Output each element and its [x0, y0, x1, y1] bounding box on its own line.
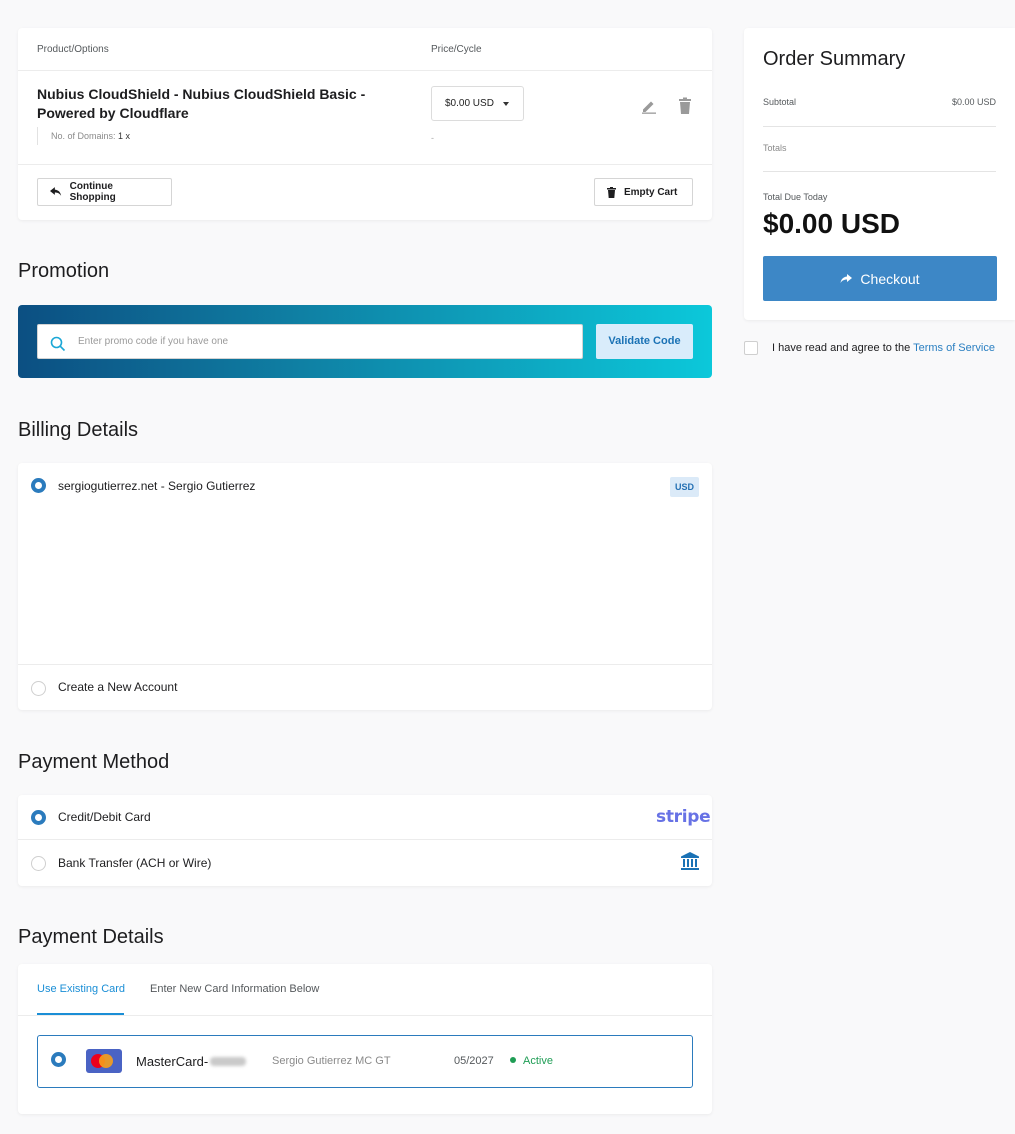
trash-icon[interactable]	[678, 97, 692, 118]
tos-prefix: I have read and agree to the	[772, 342, 911, 354]
option-value: 1 x	[118, 131, 131, 141]
tos-text: I have read and agree to the Terms of Se…	[772, 342, 995, 354]
payment-details-title: Payment Details	[18, 926, 164, 948]
payment-option-card[interactable]: Credit/Debit Card stripe	[18, 795, 712, 840]
price-sub: -	[431, 133, 434, 143]
subtotal-row: Subtotal $0.00 USD	[763, 97, 996, 107]
divider	[763, 171, 996, 172]
col-price-header: Price/Cycle	[431, 44, 482, 55]
payment-option-bank[interactable]: Bank Transfer (ACH or Wire)	[18, 841, 712, 886]
empty-cart-label: Empty Cart	[624, 186, 678, 198]
existing-account-option[interactable]: sergiogutierrez.net - Sergio Gutierrez U…	[18, 463, 712, 665]
payment-details-card: Use Existing Card Enter New Card Informa…	[18, 964, 712, 1114]
payment-method-title: Payment Method	[18, 751, 170, 773]
tab-use-existing-card[interactable]: Use Existing Card	[37, 983, 125, 995]
card-holder: Sergio Gutierrez MC GT	[272, 1055, 391, 1067]
validate-code-button[interactable]: Validate Code	[596, 324, 693, 359]
card-expiry: 05/2027	[454, 1055, 494, 1067]
account-name: sergiogutierrez.net - Sergio Gutierrez	[58, 479, 256, 493]
cart-footer: Continue Shopping Empty Cart	[18, 165, 712, 219]
saved-card-row[interactable]: MasterCard- Sergio Gutierrez MC GT 05/20…	[37, 1035, 693, 1088]
divider	[763, 126, 996, 127]
status-dot-icon	[510, 1057, 516, 1063]
col-product-header: Product/Options	[37, 44, 109, 55]
continue-shopping-label: Continue Shopping	[69, 181, 116, 203]
cart-item-row: Nubius CloudShield - Nubius CloudShield …	[18, 71, 712, 165]
promotion-banner: Enter promo code if you have one Validat…	[18, 305, 712, 378]
billing-title: Billing Details	[18, 419, 139, 441]
product-name: Nubius CloudShield - Nubius CloudShield …	[37, 86, 366, 121]
card-payment-radio[interactable]	[31, 810, 46, 825]
card-payment-label: Credit/Debit Card	[58, 810, 151, 824]
masked-card-number	[210, 1057, 246, 1066]
subtotal-value: $0.00 USD	[951, 97, 996, 107]
currency-badge: USD	[670, 477, 699, 497]
promo-code-input[interactable]: Enter promo code if you have one	[37, 324, 583, 359]
pencil-icon[interactable]	[640, 97, 658, 118]
stripe-logo: stripe	[656, 807, 711, 827]
bank-payment-label: Bank Transfer (ACH or Wire)	[58, 856, 212, 870]
order-summary-card: Order Summary Subtotal $0.00 USD Totals …	[744, 28, 1015, 320]
checkout-label: Checkout	[860, 270, 920, 287]
tab-enter-new-card[interactable]: Enter New Card Information Below	[150, 983, 319, 995]
payment-method-card: Credit/Debit Card stripe Bank Transfer (…	[18, 795, 712, 886]
saved-card-radio[interactable]	[51, 1052, 66, 1067]
subtotal-label: Subtotal	[763, 97, 797, 107]
total-due-label: Total Due Today	[763, 192, 828, 202]
continue-shopping-button[interactable]: Continue Shopping	[37, 178, 172, 206]
search-icon	[50, 333, 66, 366]
totals-label: Totals	[763, 143, 787, 153]
price-cycle-select[interactable]: $0.00 USD	[431, 86, 524, 121]
empty-cart-button[interactable]: Empty Cart	[594, 178, 693, 206]
card-status: Active	[523, 1055, 553, 1067]
total-due-value: $0.00 USD	[763, 208, 900, 239]
card-tabs: Use Existing Card Enter New Card Informa…	[18, 964, 712, 1016]
promo-placeholder: Enter promo code if you have one	[78, 336, 229, 347]
bank-icon	[680, 851, 700, 874]
option-label: No. of Domains:	[51, 131, 116, 141]
create-account-label[interactable]: Create a New Account	[58, 680, 177, 694]
share-arrow-icon	[840, 273, 853, 283]
reply-arrow-icon	[50, 187, 62, 196]
price-value: $0.00 USD	[445, 98, 494, 109]
tos-link[interactable]: Terms of Service	[913, 342, 995, 354]
checkout-button[interactable]: Checkout	[763, 256, 997, 301]
mastercard-logo-icon	[86, 1049, 122, 1073]
active-tab-indicator	[37, 1013, 124, 1015]
trash-icon	[607, 186, 616, 198]
caret-down-icon	[503, 102, 509, 106]
promotion-title: Promotion	[18, 260, 110, 282]
billing-card: sergiogutierrez.net - Sergio Gutierrez U…	[18, 463, 712, 710]
order-summary-title: Order Summary	[763, 48, 906, 70]
card-brand: MasterCard-	[136, 1054, 209, 1069]
tos-checkbox[interactable]	[744, 341, 758, 355]
product-option: No. of Domains: 1 x	[37, 127, 130, 145]
cart-card: Product/Options Price/Cycle Nubius Cloud…	[18, 28, 712, 220]
new-account-radio[interactable]	[31, 681, 46, 696]
existing-account-radio[interactable]	[31, 478, 46, 493]
cart-header: Product/Options Price/Cycle	[18, 28, 712, 71]
bank-payment-radio[interactable]	[31, 856, 46, 871]
tos-agreement: I have read and agree to the Terms of Se…	[744, 340, 1004, 356]
